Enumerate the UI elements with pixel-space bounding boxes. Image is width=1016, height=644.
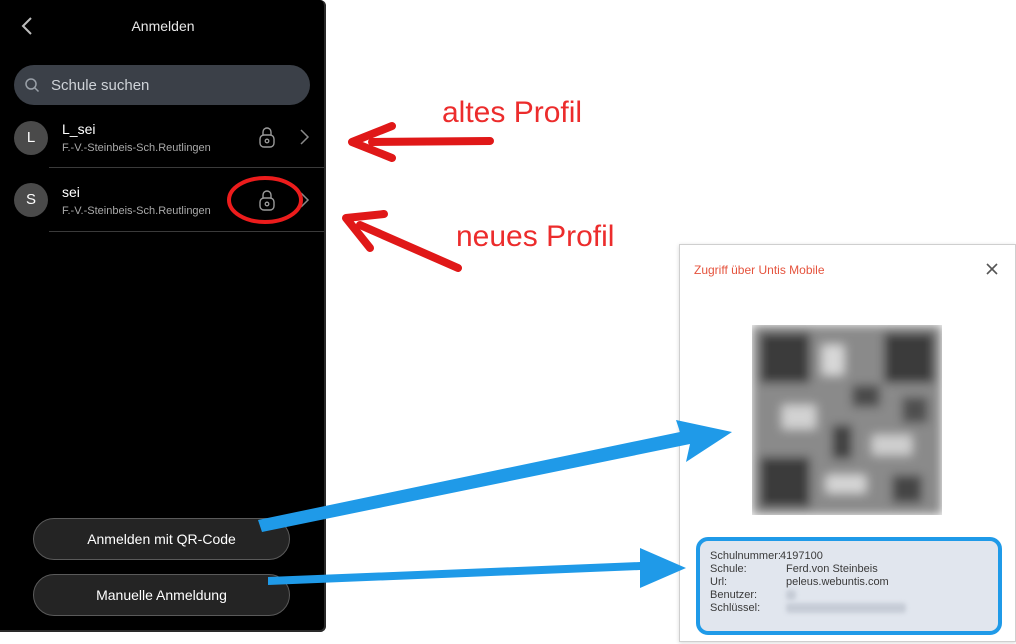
search-icon bbox=[25, 78, 40, 93]
schule-value: Ferd.von Steinbeis bbox=[786, 563, 878, 575]
search-input[interactable]: Schule suchen bbox=[14, 65, 310, 105]
annotation-new-profile: neues Profil bbox=[456, 220, 615, 253]
search-placeholder: Schule suchen bbox=[51, 77, 150, 94]
manual-login-button[interactable]: Manuelle Anmeldung bbox=[33, 574, 290, 616]
profile-item-new[interactable]: S sei F.-V.-Steinbeis-Sch.Reutlingen bbox=[0, 170, 326, 230]
avatar: L bbox=[14, 121, 48, 155]
access-info-box: Schulnummer: 4197100 Schule: Ferd.von St… bbox=[696, 537, 1002, 635]
schule-label: Schule: bbox=[710, 563, 747, 575]
arrow-manual bbox=[268, 548, 686, 588]
page-title: Anmelden bbox=[131, 18, 195, 34]
lock-icon[interactable] bbox=[258, 189, 276, 211]
dialog-title: Zugriff über Untis Mobile bbox=[694, 263, 825, 277]
chevron-right-icon bbox=[300, 192, 310, 208]
untis-mobile-dialog: Zugriff über Untis Mobile Schulnummer: 4… bbox=[679, 244, 1016, 642]
profile-name: L_sei bbox=[62, 121, 96, 137]
divider bbox=[49, 231, 324, 232]
annotation-old-profile: altes Profil bbox=[442, 96, 583, 129]
schulnummer-label: Schulnummer: bbox=[710, 550, 781, 562]
benutzer-label: Benutzer: bbox=[710, 589, 758, 601]
benutzer-value-redacted bbox=[786, 590, 796, 600]
arrow-old-profile bbox=[348, 122, 494, 162]
divider bbox=[49, 167, 324, 168]
profile-school: F.-V.-Steinbeis-Sch.Reutlingen bbox=[62, 205, 211, 217]
arrow-qr bbox=[258, 420, 732, 532]
url-value: peleus.webuntis.com bbox=[786, 576, 889, 588]
schluessel-label: Schlüssel: bbox=[710, 602, 761, 614]
qr-code-icon bbox=[752, 325, 942, 515]
close-icon[interactable] bbox=[982, 259, 1002, 279]
lock-icon[interactable] bbox=[258, 126, 276, 148]
qr-login-button[interactable]: Anmelden mit QR-Code bbox=[33, 518, 290, 560]
url-label: Url: bbox=[710, 576, 728, 588]
profile-item-old[interactable]: L L_sei F.-V.-Steinbeis-Sch.Reutlingen bbox=[0, 107, 326, 167]
avatar: S bbox=[14, 183, 48, 217]
schulnummer-value: 4197100 bbox=[780, 550, 823, 562]
schluessel-value-redacted bbox=[786, 603, 906, 613]
phone-screen: Anmelden Schule suchen L L_sei F.-V.-Ste… bbox=[0, 0, 326, 632]
arrow-new-profile bbox=[342, 210, 462, 272]
profile-school: F.-V.-Steinbeis-Sch.Reutlingen bbox=[62, 142, 211, 154]
profile-name: sei bbox=[62, 184, 80, 200]
chevron-right-icon bbox=[300, 129, 310, 145]
